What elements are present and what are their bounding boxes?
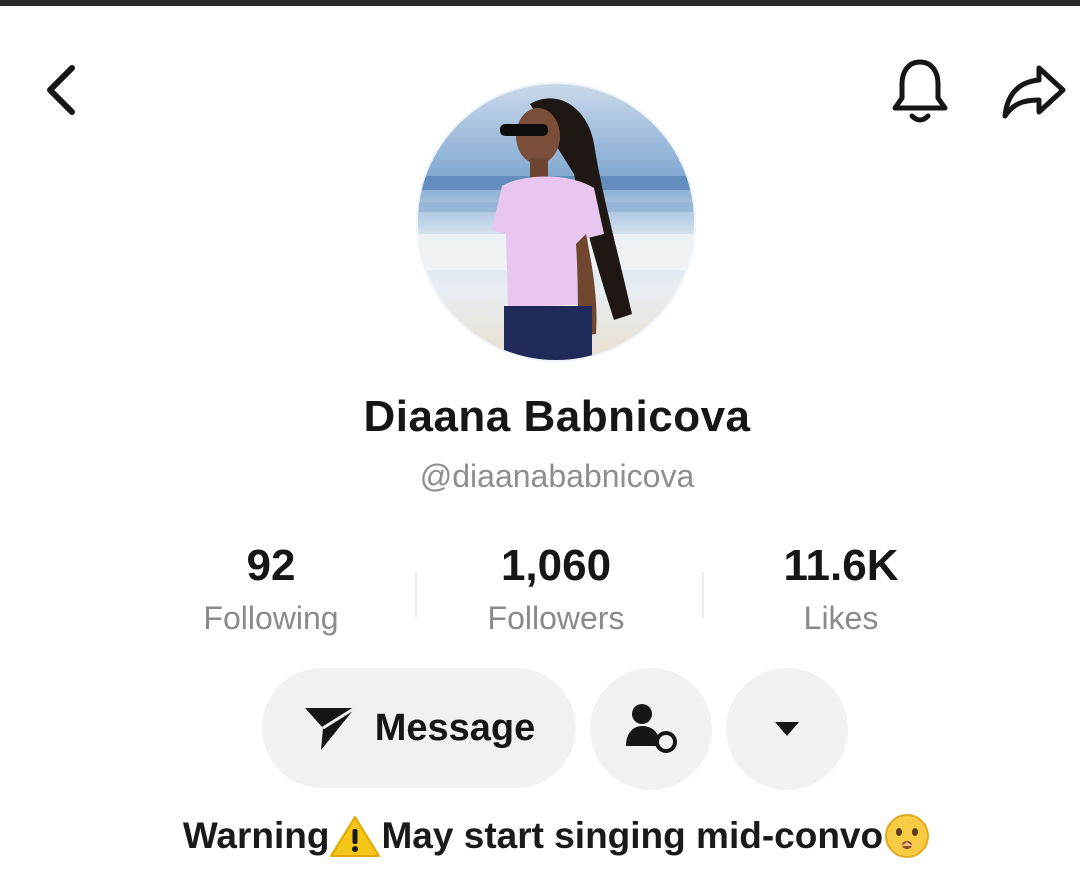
stat-label: Followers <box>487 600 625 636</box>
back-button[interactable] <box>30 58 94 122</box>
window-top-border <box>0 0 1080 6</box>
stat-divider <box>702 572 704 618</box>
display-name: Diaana Babnicova <box>363 392 751 441</box>
stat-divider <box>415 572 417 618</box>
warning-icon <box>330 816 381 857</box>
person-add-icon <box>626 704 677 753</box>
stat-label: Likes <box>803 600 879 636</box>
stat-value: 1,060 <box>500 541 612 590</box>
message-button[interactable]: Message <box>262 668 576 788</box>
stat-label: Following <box>203 600 339 636</box>
avatar[interactable] <box>418 84 694 360</box>
profile-photo <box>418 84 694 360</box>
more-options-button[interactable] <box>726 668 848 790</box>
bell-icon <box>892 59 948 123</box>
bio-part-2: May start singing mid-convo <box>381 815 884 856</box>
bio-text: Warning May start singing mid-convo <box>0 812 1080 860</box>
chevron-left-icon <box>47 65 75 115</box>
bio-part-1: Warning <box>182 815 330 856</box>
caret-down-icon <box>775 722 799 736</box>
message-label: Message <box>374 706 536 749</box>
stat-likes[interactable]: 11.6K Likes <box>721 540 961 640</box>
share-arrow-icon <box>1002 65 1066 119</box>
notification-button[interactable] <box>882 54 958 130</box>
add-friend-button[interactable] <box>590 668 712 790</box>
share-button[interactable] <box>994 54 1074 130</box>
username: @diaanababnicova <box>419 458 695 494</box>
send-icon <box>304 706 356 750</box>
stat-following[interactable]: 92 Following <box>151 540 391 640</box>
stat-value: 92 <box>246 541 296 590</box>
stat-value: 11.6K <box>783 541 899 590</box>
stat-followers[interactable]: 1,060 Followers <box>436 540 676 640</box>
shushing-face-icon <box>885 814 930 858</box>
